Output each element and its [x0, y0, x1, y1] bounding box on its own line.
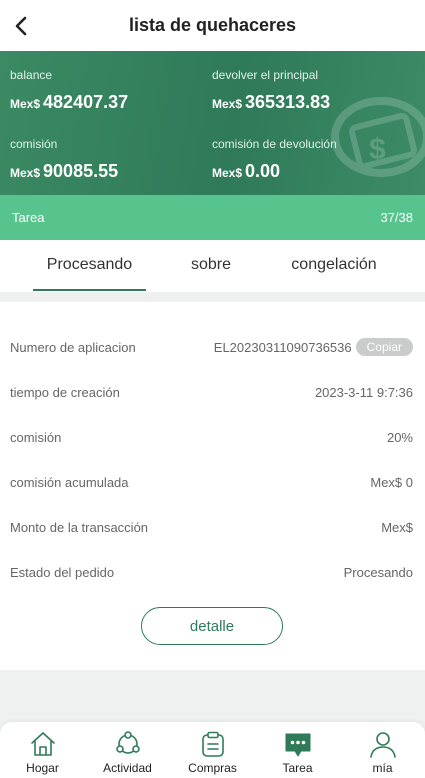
chevron-left-icon — [15, 16, 27, 36]
nav-label-hogar: Hogar — [26, 761, 59, 775]
commission-stat: comisión Mex$ 90085.55 — [10, 137, 118, 182]
status-tabs: Procesando sobre congelación — [0, 240, 425, 292]
application-number-row: Numero de aplicacion EL20230311090736536… — [10, 337, 413, 357]
principal-currency: Mex$ — [212, 97, 243, 111]
commission-return-currency: Mex$ — [212, 166, 243, 180]
commission-return-stat: comisión de devolución Mex$ 0.00 — [212, 137, 337, 182]
transaction-amount-label: Monto de la transacción — [10, 519, 149, 535]
commission-row: comisión 20% — [10, 427, 413, 447]
created-time-label: tiempo de creación — [10, 384, 120, 400]
chat-icon — [285, 733, 310, 757]
application-number-label: Numero de aplicacion — [10, 339, 136, 355]
application-number-value: EL20230311090736536 — [213, 339, 352, 355]
order-status-value: Procesando — [343, 564, 413, 580]
task-label: Tarea — [12, 210, 45, 225]
principal-value: 365313.83 — [245, 92, 331, 112]
commission-currency: Mex$ — [10, 166, 41, 180]
bottom-nav: Hogar Actividad Compras Tarea mía — [0, 722, 425, 778]
home-icon — [30, 732, 55, 756]
created-time-value: 2023-3-11 9:7:36 — [314, 384, 413, 400]
back-button[interactable] — [8, 12, 36, 40]
commission-rate-value: 20% — [386, 429, 413, 445]
nav-item-mia[interactable]: mía — [340, 722, 425, 778]
nav-item-tarea[interactable]: Tarea — [255, 722, 340, 778]
balance-currency: Mex$ — [10, 97, 41, 111]
tab-sobre[interactable]: sobre — [180, 240, 242, 292]
header: lista de quehaceres — [0, 0, 425, 51]
principal-label: devolver el principal — [212, 68, 319, 82]
balance-value: 482407.37 — [43, 92, 129, 112]
balance-banner: $ balance Mex$ 482407.37 devolver el pri… — [0, 51, 425, 195]
balance-label: balance — [10, 68, 53, 82]
nav-item-hogar[interactable]: Hogar — [0, 722, 85, 778]
user-icon — [369, 732, 396, 758]
balance-stat: balance Mex$ 482407.37 — [10, 68, 128, 113]
tab-congelacion[interactable]: congelación — [280, 240, 388, 292]
nav-label-mia: mía — [372, 761, 393, 775]
accumulated-commission-label: comisión acumulada — [10, 474, 129, 490]
created-time-row: tiempo de creación 2023-3-11 9:7:36 — [10, 382, 413, 402]
tab-procesando[interactable]: Procesando — [33, 240, 146, 292]
commission-return-value: 0.00 — [245, 161, 281, 181]
nav-label-actividad: Actividad — [103, 761, 152, 775]
commission-value: 90085.55 — [43, 161, 119, 181]
commission-return-label: comisión de devolución — [212, 137, 337, 151]
accumulated-commission-value: Mex$ 0 — [370, 474, 413, 490]
detail-button[interactable]: detalle — [141, 607, 283, 645]
order-details-card: Numero de aplicacion EL20230311090736536… — [0, 302, 425, 670]
task-progress-count: 37/38 — [380, 210, 413, 225]
principal-stat: devolver el principal Mex$ 365313.83 — [212, 68, 330, 113]
page-title: lista de quehaceres — [128, 15, 297, 35]
activity-icon — [115, 731, 140, 754]
transaction-amount-value: Mex$ — [381, 519, 413, 535]
commission-rate-label: comisión — [10, 429, 62, 445]
nav-item-actividad[interactable]: Actividad — [85, 722, 170, 778]
order-status-row: Estado del pedido Procesando — [10, 562, 413, 582]
task-progress-bar: Tarea 37/38 — [0, 195, 425, 240]
commission-label: comisión — [10, 137, 58, 151]
transaction-amount-row: Monto de la transacción Mex$ — [10, 517, 413, 537]
clipboard-icon — [201, 731, 224, 757]
order-status-label: Estado del pedido — [10, 564, 115, 580]
accumulated-commission-row: comisión acumulada Mex$ 0 — [10, 472, 413, 492]
copy-button[interactable]: Copiar — [355, 338, 413, 356]
nav-label-compras: Compras — [188, 761, 237, 775]
nav-item-compras[interactable]: Compras — [170, 722, 255, 778]
nav-label-tarea: Tarea — [282, 761, 313, 775]
svg-text:$: $ — [369, 133, 386, 166]
